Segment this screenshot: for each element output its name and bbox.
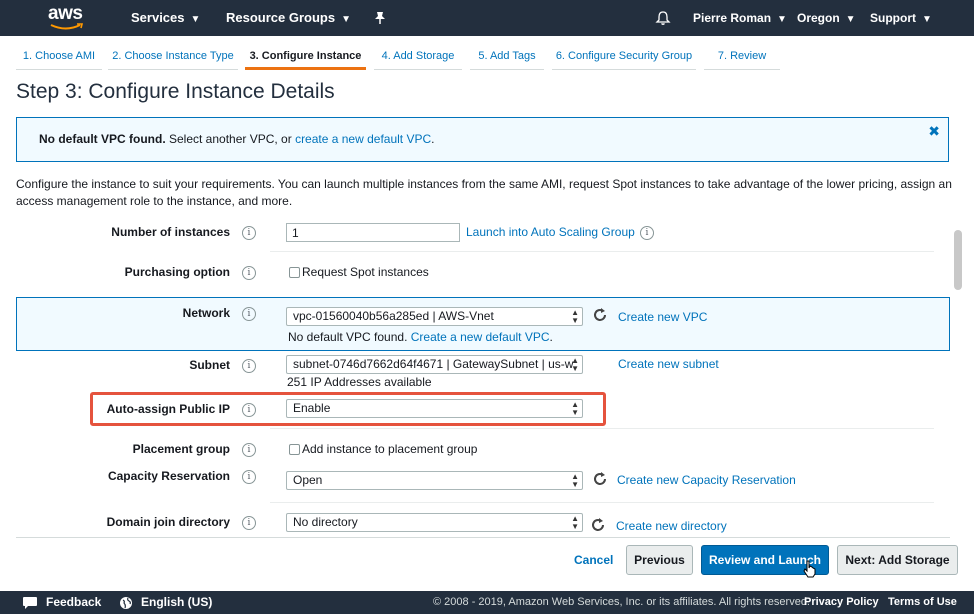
select-arrows-icon: ▲ ▼ — [571, 514, 579, 531]
refresh-icon[interactable] — [592, 471, 608, 487]
divider — [270, 502, 934, 503]
footer: Feedback English (US) © 2008 - 2019, Ama… — [0, 591, 974, 614]
tab-configure-security-group[interactable]: 6. Configure Security Group — [552, 44, 696, 70]
aws-smile-icon — [50, 23, 84, 30]
capacity-label: Capacity Reservation — [107, 469, 230, 483]
next-add-storage-button[interactable]: Next: Add Storage — [837, 545, 958, 575]
create-directory-link[interactable]: Create new directory — [616, 519, 727, 533]
chevron-down-icon: ▼ — [922, 14, 932, 25]
subnet-select[interactable]: subnet-0746d7662d64f4671 | GatewaySubnet… — [286, 355, 583, 374]
wizard-steps: 1. Choose AMI 2. Choose Instance Type 3.… — [0, 44, 974, 70]
page-description: Configure the instance to suit your requ… — [16, 177, 952, 208]
aws-logo[interactable]: aws — [48, 4, 88, 32]
info-icon[interactable]: i — [242, 403, 256, 417]
select-arrows-icon: ▲ ▼ — [571, 308, 579, 325]
instances-label: Number of instances — [111, 225, 230, 239]
cancel-button[interactable]: Cancel — [574, 553, 613, 567]
aws-logo-text: aws — [48, 3, 83, 24]
capacity-select[interactable]: Open ▲ ▼ — [286, 471, 583, 490]
bell-icon[interactable] — [655, 0, 671, 36]
alert-message: No default VPC found. Select another VPC… — [39, 132, 435, 146]
user-menu[interactable]: Pierre Roman ▼ — [693, 0, 787, 36]
create-default-vpc-link[interactable]: create a new default VPC — [295, 132, 431, 146]
support-menu[interactable]: Support ▼ — [870, 0, 932, 36]
purchasing-label: Purchasing option — [124, 265, 230, 279]
info-icon[interactable]: i — [242, 443, 256, 457]
chevron-down-icon: ▼ — [190, 14, 201, 25]
hand-cursor-icon — [803, 560, 816, 578]
create-default-vpc-link-2[interactable]: Create a new default VPC — [411, 330, 550, 344]
select-arrows-icon: ▲ ▼ — [571, 356, 579, 373]
domain-label: Domain join directory — [106, 515, 230, 529]
placement-checkbox-label: Add instance to placement group — [302, 442, 478, 456]
create-capacity-reservation-link[interactable]: Create new Capacity Reservation — [617, 473, 796, 487]
no-default-vpc-alert: No default VPC found. Select another VPC… — [16, 117, 949, 162]
page-title: Step 3: Configure Instance Details — [16, 80, 335, 103]
form-bottom-divider — [16, 537, 950, 538]
divider — [270, 251, 934, 252]
public-ip-label: Auto-assign Public IP — [106, 402, 230, 416]
region-menu[interactable]: Oregon ▼ — [797, 0, 856, 36]
domain-select[interactable]: No directory ▲ ▼ — [286, 513, 583, 532]
feedback-link[interactable]: Feedback — [46, 591, 101, 614]
info-icon[interactable]: i — [242, 516, 256, 530]
instances-input[interactable] — [286, 223, 460, 242]
tab-add-tags[interactable]: 5. Add Tags — [470, 44, 544, 70]
tab-choose-ami[interactable]: 1. Choose AMI — [16, 44, 102, 70]
divider — [270, 428, 934, 429]
spot-checkbox-label: Request Spot instances — [302, 265, 429, 279]
top-nav: aws Services ▼ Resource Groups ▼ Pierre Ro… — [0, 0, 974, 36]
network-note: No default VPC found. Create a new defau… — [288, 330, 553, 344]
spot-checkbox[interactable] — [289, 267, 300, 278]
chevron-down-icon: ▼ — [777, 14, 787, 25]
language-selector[interactable]: English (US) — [141, 591, 212, 614]
info-icon[interactable]: i — [242, 266, 256, 280]
create-new-vpc-link[interactable]: Create new VPC — [618, 310, 707, 324]
info-icon[interactable]: i — [640, 226, 654, 240]
auto-scaling-link[interactable]: Launch into Auto Scaling Group — [466, 225, 635, 239]
privacy-policy-link[interactable]: Privacy Policy — [804, 591, 879, 614]
tab-configure-instance[interactable]: 3. Configure Instance — [245, 44, 366, 70]
create-new-subnet-link[interactable]: Create new subnet — [618, 357, 719, 371]
refresh-icon[interactable] — [590, 517, 606, 533]
placement-label: Placement group — [132, 442, 230, 456]
previous-button[interactable]: Previous — [626, 545, 693, 575]
subnet-label: Subnet — [189, 358, 230, 372]
network-select[interactable]: vpc-01560040b56a285ed | AWS-Vnet ▲ ▼ — [286, 307, 583, 326]
info-icon[interactable]: i — [242, 307, 256, 321]
tab-add-storage[interactable]: 4. Add Storage — [374, 44, 462, 70]
resource-groups-menu[interactable]: Resource Groups ▼ — [226, 0, 351, 36]
refresh-icon[interactable] — [592, 307, 608, 323]
tab-review[interactable]: 7. Review — [704, 44, 780, 70]
subnet-note: 251 IP Addresses available — [287, 375, 432, 389]
info-icon[interactable]: i — [242, 470, 256, 484]
scrollbar[interactable] — [954, 230, 962, 290]
terms-of-use-link[interactable]: Terms of Use — [888, 591, 957, 614]
chevron-down-icon: ▼ — [845, 14, 856, 25]
speech-bubble-icon — [23, 597, 37, 609]
select-arrows-icon: ▲ ▼ — [571, 472, 579, 489]
globe-icon — [120, 597, 132, 609]
services-menu[interactable]: Services ▼ — [131, 0, 200, 36]
tab-choose-instance-type[interactable]: 2. Choose Instance Type — [108, 44, 238, 70]
copyright-text: © 2008 - 2019, Amazon Web Services, Inc.… — [433, 596, 810, 608]
pin-icon[interactable] — [374, 0, 386, 36]
close-icon[interactable]: ✖ — [928, 123, 940, 140]
info-icon[interactable]: i — [242, 226, 256, 240]
public-ip-select[interactable]: Enable ▲ ▼ — [286, 399, 583, 418]
chevron-down-icon: ▼ — [341, 14, 351, 25]
info-icon[interactable]: i — [242, 359, 256, 373]
network-label: Network — [182, 306, 230, 320]
placement-checkbox[interactable] — [289, 444, 300, 455]
select-arrows-icon: ▲ ▼ — [571, 400, 579, 417]
